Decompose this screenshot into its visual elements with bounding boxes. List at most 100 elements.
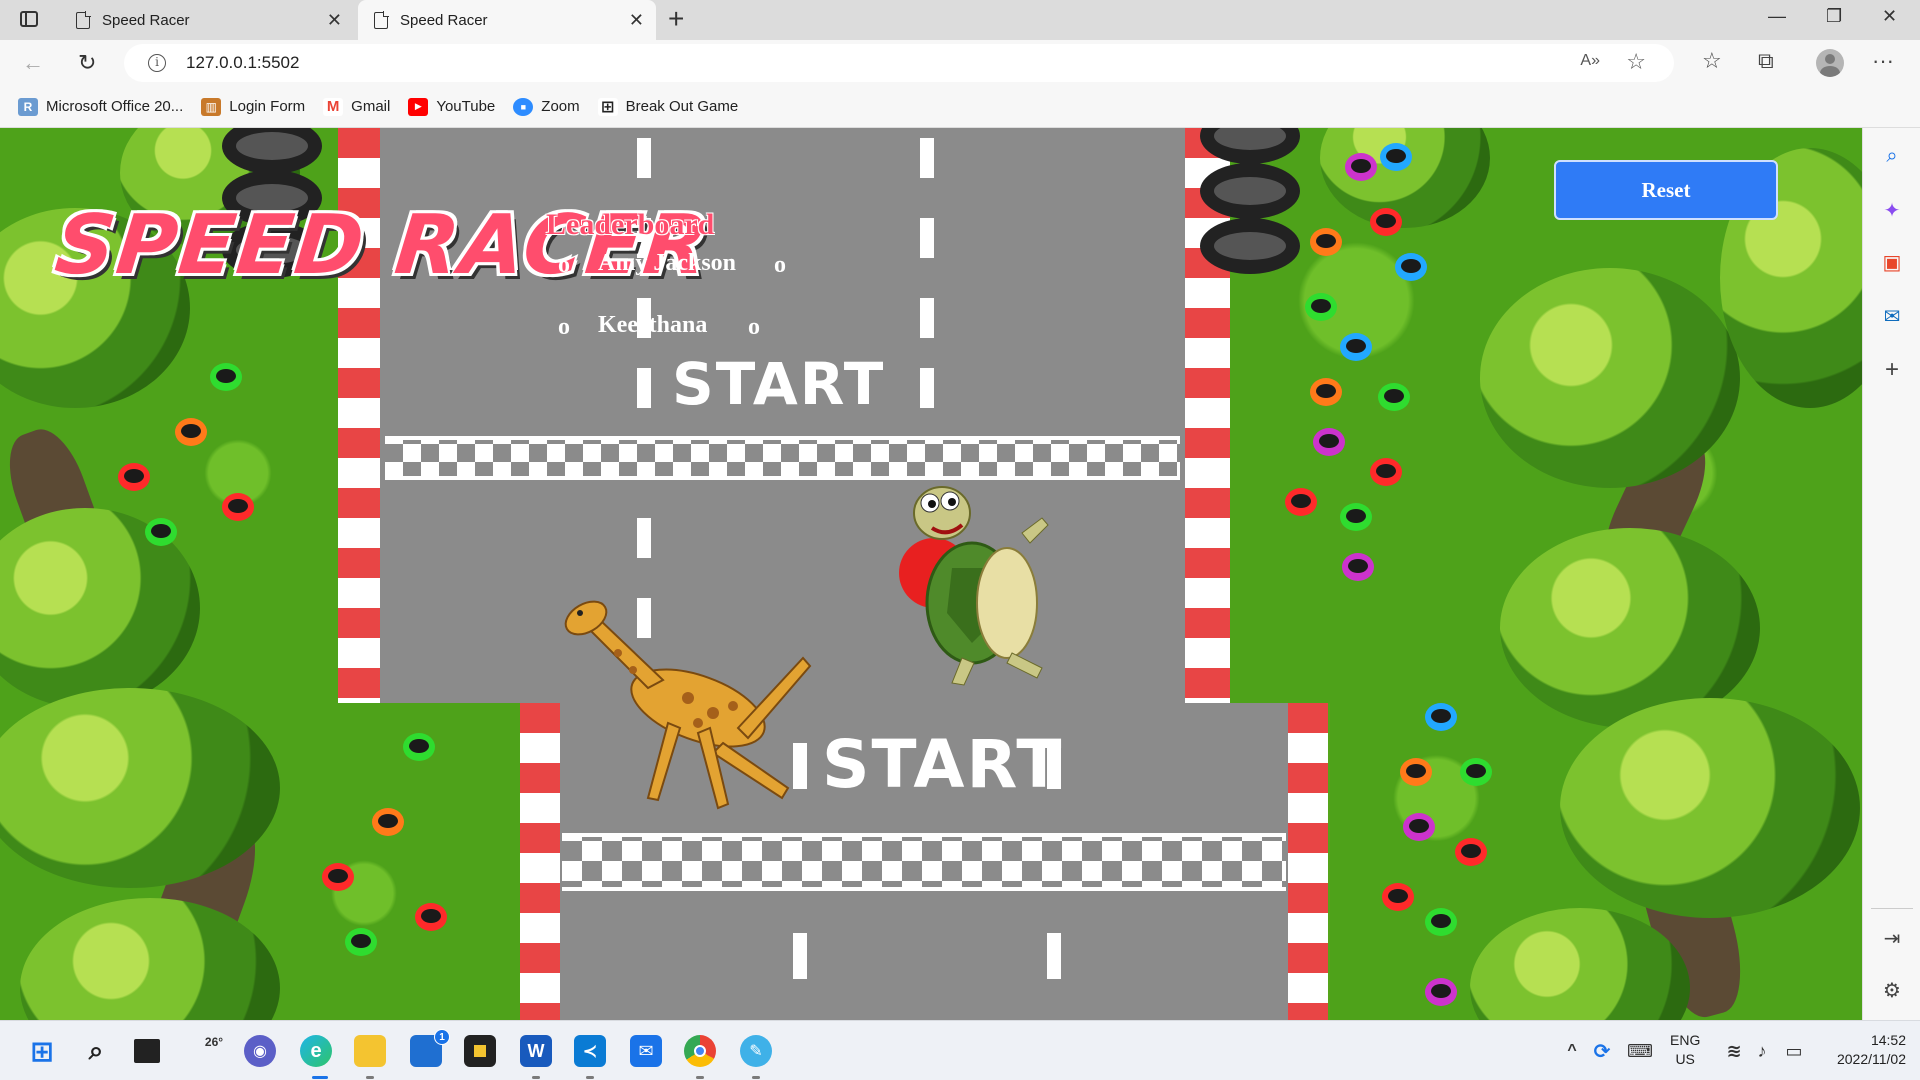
info-icon[interactable]: i (148, 54, 166, 72)
lane-dash (1047, 933, 1061, 979)
bookmark-label: YouTube (436, 98, 496, 115)
edge-icon[interactable]: e (300, 1035, 332, 1067)
close-window-button[interactable]: ✕ (1882, 6, 1897, 27)
volume-icon[interactable]: ♪ (1746, 1035, 1778, 1067)
spectator (118, 463, 150, 491)
tab-title: Speed Racer (400, 11, 488, 29)
language-indicator[interactable]: ENG US (1670, 1031, 1700, 1069)
tab-actions-icon[interactable] (20, 11, 38, 27)
word-icon[interactable]: W (520, 1035, 552, 1067)
new-tab-button[interactable]: + (668, 3, 684, 35)
lane-dash (920, 368, 934, 408)
keyboard-icon[interactable]: ⌨ (1624, 1035, 1656, 1067)
battery-icon[interactable]: ▭ (1778, 1035, 1810, 1067)
leaderboard-bullet: o (748, 314, 760, 340)
spectator (415, 903, 447, 931)
profile-avatar[interactable] (1816, 49, 1844, 77)
chevron-up-icon[interactable]: ^ (1556, 1035, 1588, 1067)
region-code: US (1675, 1051, 1695, 1067)
paint-icon[interactable]: ✎ (740, 1035, 772, 1067)
mail-icon[interactable]: ✉ (630, 1035, 662, 1067)
sync-icon[interactable]: ⟳ (1586, 1035, 1618, 1067)
split-screen-icon[interactable]: ⇥ (1880, 926, 1904, 950)
language-code: ENG (1670, 1032, 1701, 1048)
tab-speed-racer-1[interactable]: Speed Racer ✕ (60, 0, 354, 40)
bookmark-youtube[interactable]: ▶ YouTube (408, 97, 496, 116)
spectator (1370, 208, 1402, 236)
copilot-icon[interactable]: ✦ (1880, 198, 1904, 222)
leaderboard-bullet: o (774, 252, 786, 278)
spectator (145, 518, 177, 546)
search-icon[interactable]: ⌕ (1880, 144, 1904, 168)
sticky-notes-icon[interactable] (464, 1035, 496, 1067)
lane-dash (920, 298, 934, 338)
finish-line-bottom (562, 833, 1286, 891)
zoom-icon: ■ (513, 97, 534, 116)
spectator (1425, 978, 1457, 1006)
reset-button[interactable]: Reset (1554, 160, 1778, 220)
page-icon (374, 10, 389, 29)
bookmark-login-form[interactable]: ▥ Login Form (201, 97, 306, 116)
url-field[interactable]: i 127.0.0.1:5502 A» ☆ (124, 44, 1674, 82)
file-explorer-icon[interactable] (354, 1035, 386, 1067)
clock-date: 2022/11/02 (1836, 1051, 1906, 1067)
teams-chat-icon[interactable]: ◉ (244, 1035, 276, 1067)
lane-dash (920, 138, 934, 178)
spectator (1345, 153, 1377, 181)
tire-stack (1200, 163, 1300, 219)
more-menu-icon[interactable]: ··· (1872, 48, 1894, 74)
favorites-icon[interactable]: ☆ (1702, 48, 1722, 74)
running-indicator (532, 1076, 540, 1079)
spectator (1460, 758, 1492, 786)
add-icon[interactable]: + (1880, 356, 1904, 383)
bookmark-label: Gmail (351, 98, 391, 115)
spectator (1342, 553, 1374, 581)
task-view-icon[interactable] (134, 1039, 160, 1063)
login-form-icon: ▥ (201, 97, 222, 116)
refresh-button[interactable]: ↻ (78, 50, 96, 76)
running-indicator (752, 1076, 760, 1079)
bookmark-office[interactable]: R Microsoft Office 20... (18, 97, 183, 116)
running-indicator (366, 1076, 374, 1079)
settings-icon[interactable]: ⚙ (1880, 978, 1904, 1002)
bookmark-gmail[interactable]: M Gmail (323, 97, 391, 116)
spectator (210, 363, 242, 391)
spectator (1378, 383, 1410, 411)
close-icon[interactable]: ✕ (629, 10, 644, 31)
windows-start-icon[interactable]: ⊞ (26, 1035, 58, 1067)
bookmark-breakout[interactable]: ⊞ Break Out Game (597, 97, 738, 116)
spectator (1403, 813, 1435, 841)
giraffe-racer[interactable] (548, 588, 828, 818)
close-icon[interactable]: ✕ (327, 10, 342, 31)
back-button[interactable]: ← (22, 50, 44, 76)
spectator (1395, 253, 1427, 281)
url-text[interactable]: 127.0.0.1:5502 (186, 53, 299, 73)
lane-dash (920, 218, 934, 258)
running-indicator (586, 1076, 594, 1079)
add-favorite-icon[interactable]: ☆ (1626, 49, 1646, 75)
minimize-button[interactable]: — (1768, 6, 1786, 27)
chrome-icon[interactable] (684, 1035, 716, 1067)
clock[interactable]: 14:52 2022/11/02 (1822, 1031, 1906, 1069)
start-label-bottom: START (822, 726, 1064, 803)
vscode-icon[interactable]: ≺ (574, 1035, 606, 1067)
spectator (345, 928, 377, 956)
restore-button[interactable]: ❐ (1826, 6, 1842, 27)
office-r-icon: R (18, 97, 38, 116)
office-icon[interactable]: ▣ (1880, 250, 1904, 274)
bookmarks-bar: R Microsoft Office 20... ▥ Login Form M … (0, 86, 1920, 128)
store-icon[interactable]: 1 (410, 1029, 450, 1067)
read-aloud-icon[interactable]: A» (1580, 52, 1600, 70)
weather-icon[interactable]: 26° (198, 1035, 230, 1067)
tab-speed-racer-2[interactable]: Speed Racer ✕ (358, 0, 656, 40)
search-icon[interactable]: ⌕ (80, 1035, 112, 1067)
bookmark-zoom[interactable]: ■ Zoom (513, 97, 580, 116)
bookmark-label: Login Form (229, 98, 306, 115)
tab-bar: Speed Racer ✕ Speed Racer ✕ + — ❐ ✕ (0, 0, 1920, 40)
collections-icon[interactable]: ⧉ (1758, 48, 1774, 74)
outlook-icon[interactable]: ✉ (1880, 304, 1904, 328)
bookmark-label: Zoom (541, 98, 580, 115)
turtle-racer[interactable] (892, 473, 1062, 693)
start-label-top: START (672, 350, 886, 418)
curb-right-bottom (1288, 703, 1328, 1020)
